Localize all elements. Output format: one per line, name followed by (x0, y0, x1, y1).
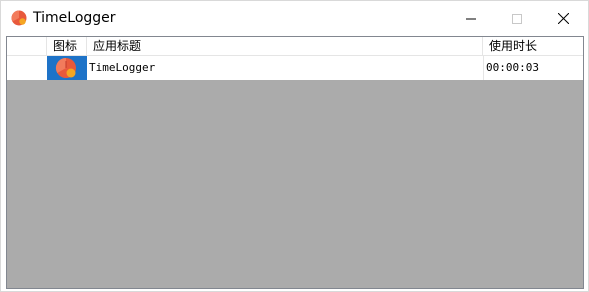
row-icon-cell (47, 56, 87, 80)
window-title: TimeLogger (33, 10, 116, 26)
column-header-index[interactable] (7, 37, 47, 56)
maximize-icon (512, 9, 522, 28)
minimize-icon (466, 9, 476, 28)
maximize-button[interactable] (494, 1, 540, 35)
column-header-duration[interactable]: 使用时长 (483, 37, 583, 56)
close-button[interactable] (540, 1, 586, 35)
minimize-button[interactable] (448, 1, 494, 35)
clock-pie-icon (11, 10, 27, 26)
app-list-view[interactable]: 图标 应用标题 使用时长 TimeLogger 00:00:03 (6, 36, 584, 289)
close-icon (557, 9, 569, 28)
row-index-cell (7, 56, 47, 80)
list-header: 图标 应用标题 使用时长 (7, 37, 583, 56)
row-duration: 00:00:03 (483, 56, 583, 80)
row-app-title: TimeLogger (89, 61, 156, 74)
column-header-icon[interactable]: 图标 (47, 37, 87, 56)
column-header-app-title[interactable]: 应用标题 (87, 37, 483, 56)
clock-pie-icon (55, 57, 77, 79)
title-bar[interactable]: TimeLogger (1, 1, 588, 35)
table-row[interactable]: TimeLogger 00:00:03 (7, 56, 583, 80)
app-window: TimeLogger 图标 应用标题 使用时长 TimeLogger 00:00… (0, 0, 589, 292)
